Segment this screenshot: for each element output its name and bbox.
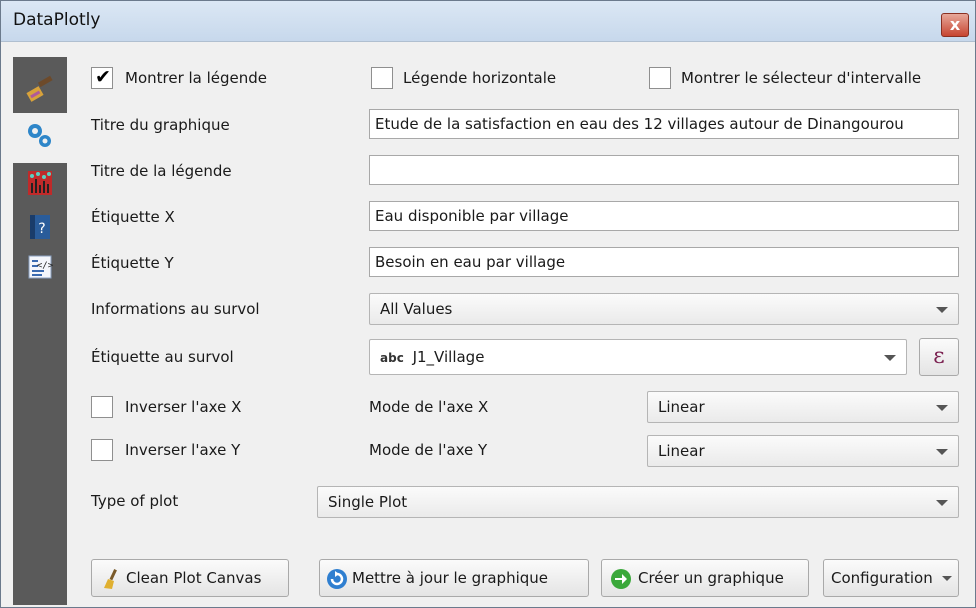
x-mode-select[interactable]: Linear xyxy=(647,391,959,423)
legend-title-input[interactable] xyxy=(369,155,959,185)
invert-x-label: Inverser l'axe X xyxy=(125,398,242,416)
plot-type-select[interactable]: Single Plot xyxy=(317,486,959,518)
refresh-icon xyxy=(327,569,347,589)
svg-text:?: ? xyxy=(38,221,45,237)
plot-type-value: Single Plot xyxy=(328,493,408,511)
sidebar: ? </> xyxy=(13,57,67,605)
code-icon[interactable]: </> xyxy=(26,253,54,281)
chevron-down-icon xyxy=(936,449,948,455)
close-icon: x xyxy=(949,15,961,34)
checkmark-icon: ✔ xyxy=(95,66,111,88)
horizontal-legend-label: Légende horizontale xyxy=(403,69,557,87)
field-type-icon: abc xyxy=(380,351,404,365)
horizontal-legend-checkbox[interactable] xyxy=(371,67,393,89)
show-legend-label: Montrer la légende xyxy=(125,69,268,87)
title-bar: DataPlotly x xyxy=(1,1,975,42)
chevron-down-icon xyxy=(942,576,952,581)
chevron-down-icon xyxy=(936,500,948,506)
create-plot-label: Créer un graphique xyxy=(638,569,784,587)
clean-plot-canvas-label: Clean Plot Canvas xyxy=(126,569,262,587)
hover-label-field-select[interactable]: abc J1_Village xyxy=(369,339,907,375)
plot-title-label: Titre du graphique xyxy=(91,116,230,134)
hover-label-label: Étiquette au survol xyxy=(91,348,234,366)
legend-title-label: Titre de la légende xyxy=(91,162,232,180)
close-button[interactable]: x xyxy=(941,13,969,37)
expression-epsilon-icon: ε xyxy=(933,344,945,369)
clean-plot-canvas-button[interactable]: Clean Plot Canvas xyxy=(91,559,289,597)
y-label-input[interactable]: Besoin en eau par village xyxy=(369,247,959,277)
plot-scatter-icon[interactable] xyxy=(26,169,54,197)
properties-brush-icon[interactable] xyxy=(26,75,54,103)
settings-panel: ✔ Montrer la légende Légende horizontale… xyxy=(67,41,973,607)
settings-gears-icon[interactable] xyxy=(26,121,54,149)
chevron-down-icon xyxy=(936,405,948,411)
chevron-down-icon xyxy=(884,355,896,361)
hover-label-value: J1_Village xyxy=(412,348,485,366)
range-selector-label: Montrer le sélecteur d'intervalle xyxy=(681,69,922,87)
hover-info-select[interactable]: All Values xyxy=(369,293,959,325)
broom-icon xyxy=(104,569,117,589)
y-label-label: Étiquette Y xyxy=(91,254,174,272)
help-book-icon[interactable]: ? xyxy=(26,213,54,241)
x-label-label: Étiquette X xyxy=(91,208,175,226)
expression-button[interactable]: ε xyxy=(919,338,959,376)
dataplotly-window: DataPlotly x ? </> ✔ Montrer la légende … xyxy=(0,0,976,608)
update-plot-button[interactable]: Mettre à jour le graphique xyxy=(319,559,589,597)
window-title: DataPlotly xyxy=(13,10,101,30)
update-plot-label: Mettre à jour le graphique xyxy=(352,569,549,587)
configuration-label: Configuration xyxy=(831,569,933,587)
range-selector-checkbox[interactable] xyxy=(649,67,671,89)
y-mode-value: Linear xyxy=(658,442,705,460)
y-mode-label: Mode de l'axe Y xyxy=(369,441,488,459)
x-label-input[interactable]: Eau disponible par village xyxy=(369,201,959,231)
invert-x-checkbox[interactable] xyxy=(91,396,113,418)
svg-text:</>: </> xyxy=(37,261,54,271)
chevron-down-icon xyxy=(936,307,948,313)
configuration-menu-button[interactable]: Configuration xyxy=(823,559,959,597)
y-mode-select[interactable]: Linear xyxy=(647,435,959,467)
plot-type-label: Type of plot xyxy=(91,492,179,510)
show-legend-checkbox[interactable]: ✔ xyxy=(91,66,113,89)
arrow-right-circle-icon xyxy=(611,569,631,589)
plot-title-input[interactable]: Etude de la satisfaction en eau des 12 v… xyxy=(369,109,959,139)
x-mode-value: Linear xyxy=(658,398,705,416)
hover-info-label: Informations au survol xyxy=(91,300,260,318)
create-plot-button[interactable]: Créer un graphique xyxy=(601,559,809,597)
x-mode-label: Mode de l'axe X xyxy=(369,398,489,416)
hover-info-value: All Values xyxy=(380,300,453,318)
invert-y-checkbox[interactable] xyxy=(91,439,113,461)
invert-y-label: Inverser l'axe Y xyxy=(125,441,241,459)
